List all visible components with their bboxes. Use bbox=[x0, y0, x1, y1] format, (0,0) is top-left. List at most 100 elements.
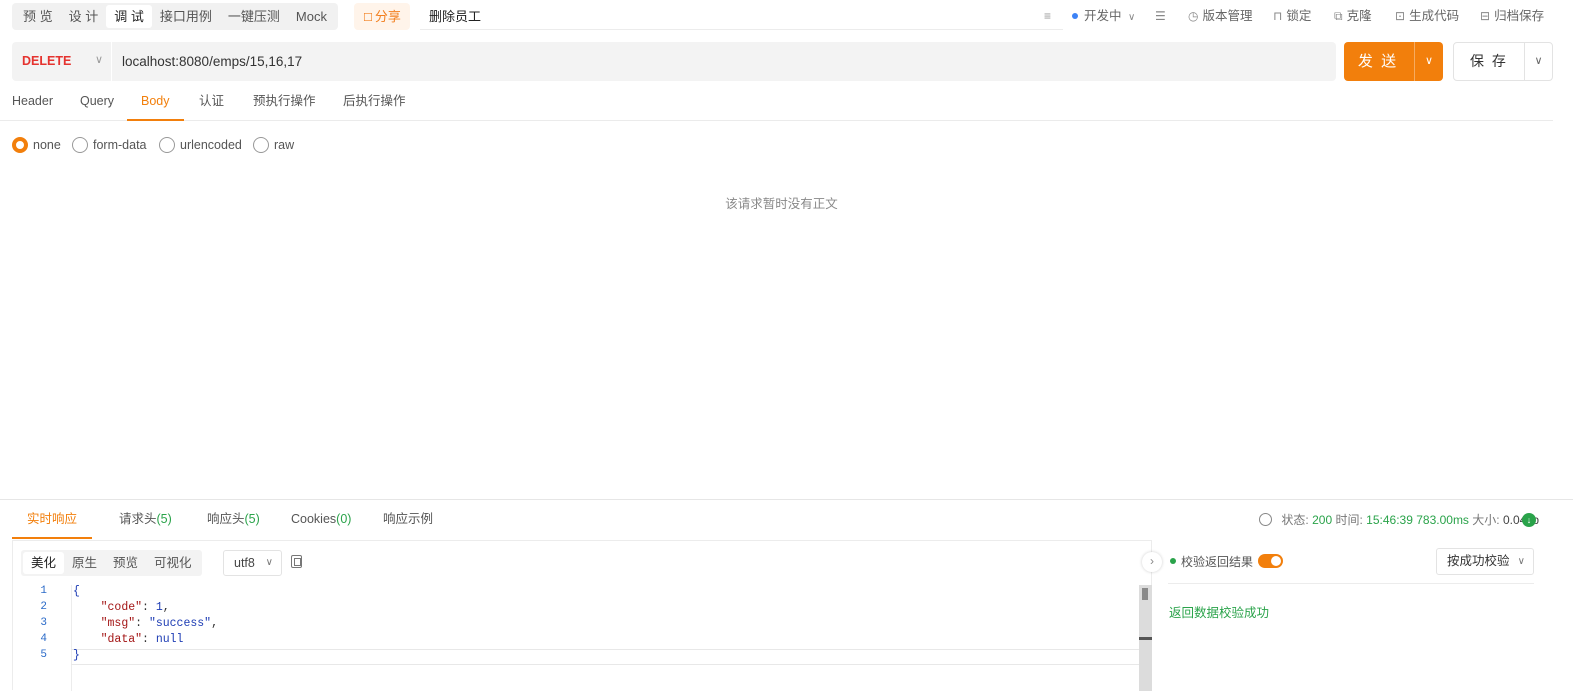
tab-auth[interactable]: 认证 bbox=[199, 88, 224, 121]
charset-select[interactable]: utf8 ∨ bbox=[223, 550, 282, 576]
version-label: 版本管理 bbox=[1202, 9, 1253, 23]
tab-test-cases[interactable]: 接口用例 bbox=[152, 5, 220, 28]
tab-preview[interactable]: 预 览 bbox=[15, 5, 61, 28]
tab-raw[interactable]: 原生 bbox=[64, 552, 105, 574]
validation-label-text: 校验返回结果 bbox=[1181, 555, 1254, 569]
scroll-thumb[interactable] bbox=[1142, 588, 1148, 600]
json-value: 1 bbox=[155, 601, 163, 614]
tab-label: 请求头 bbox=[119, 512, 157, 526]
lock-icon: ⊓ bbox=[1273, 9, 1283, 23]
top-bar: 预 览 设 计 调 试 接口用例 一键压测 Mock ☐ 分享 删除员工 ≡ 开发… bbox=[0, 0, 1573, 34]
lock-button[interactable]: ⊓ 锁定 bbox=[1273, 3, 1311, 30]
tab-debug[interactable]: 调 试 bbox=[106, 5, 152, 28]
tab-post-request[interactable]: 后执行操作 bbox=[343, 88, 406, 121]
format-tabs: 美化 原生 预览 可视化 bbox=[21, 550, 202, 576]
brace: } bbox=[73, 649, 80, 662]
method-value: DELETE bbox=[22, 54, 72, 68]
tab-count: (0) bbox=[336, 512, 352, 526]
tab-label: 响应头 bbox=[207, 512, 245, 526]
code-line: "data": null bbox=[100, 633, 184, 646]
tab-query[interactable]: Query bbox=[80, 88, 114, 121]
tab-body[interactable]: Body bbox=[127, 88, 184, 121]
line-number: 5 bbox=[40, 649, 47, 661]
tab-realtime-response[interactable]: 实时响应 bbox=[12, 503, 93, 539]
validation-panel: 校验返回结果 按成功校验 ∨ 返回数据校验成功 bbox=[1161, 540, 1553, 690]
share-icon: ☐ bbox=[363, 12, 373, 24]
validation-mode-select[interactable]: 按成功校验 ∨ bbox=[1436, 548, 1534, 575]
json-value: null bbox=[155, 633, 184, 646]
save-label: 保 存 bbox=[1470, 53, 1508, 69]
archive-button[interactable]: ⊟ 归档保存 bbox=[1480, 3, 1544, 30]
save-button[interactable]: 保 存 ∨ bbox=[1453, 42, 1553, 81]
status-code: 200 bbox=[1312, 513, 1333, 527]
code-line: "code": 1, bbox=[100, 601, 170, 614]
chevron-right-icon[interactable]: › bbox=[1142, 552, 1162, 572]
url-bar: DELETE ∨ bbox=[12, 42, 1336, 81]
charset-value: utf8 bbox=[234, 556, 255, 570]
line-number: 1 bbox=[40, 585, 47, 597]
radio-circle-icon bbox=[159, 137, 175, 153]
toggle-knob bbox=[1271, 556, 1281, 566]
tab-cookies[interactable]: Cookies(0) bbox=[291, 503, 351, 539]
validation-toggle[interactable] bbox=[1258, 554, 1283, 568]
outline-icon[interactable]: ☰ bbox=[1155, 3, 1170, 30]
download-icon[interactable]: ↓ bbox=[1522, 513, 1536, 527]
size-label: 大小: bbox=[1472, 513, 1500, 527]
tab-visualize[interactable]: 可视化 bbox=[146, 552, 200, 574]
url-input[interactable] bbox=[122, 42, 1322, 81]
radio-label: raw bbox=[274, 138, 295, 152]
radio-circle-icon bbox=[12, 137, 28, 153]
json-key: "code" bbox=[100, 601, 143, 614]
clone-button[interactable]: ⧉ 克隆 bbox=[1334, 3, 1372, 30]
tab-count: (5) bbox=[156, 512, 172, 526]
tab-header[interactable]: Header bbox=[12, 88, 53, 121]
response-time: 15:46:39 bbox=[1366, 513, 1413, 527]
status-dot-icon bbox=[1170, 558, 1176, 564]
response-body-panel: 美化 原生 预览 可视化 utf8 ∨ 1 2 3 4 5 { "code": … bbox=[12, 540, 1152, 691]
tab-count: (5) bbox=[244, 512, 260, 526]
tab-response-example[interactable]: 响应示例 bbox=[383, 503, 433, 539]
radio-circle-icon bbox=[253, 137, 269, 153]
json-key: "data" bbox=[100, 633, 143, 646]
tab-preview[interactable]: 预览 bbox=[105, 552, 146, 574]
copy-icon[interactable] bbox=[291, 555, 302, 568]
lock-label: 锁定 bbox=[1286, 9, 1312, 23]
chevron-down-icon: ∨ bbox=[265, 557, 273, 568]
gutter-divider bbox=[71, 585, 72, 691]
env-selector[interactable]: 开发中 ∨ bbox=[1072, 3, 1135, 30]
response-meta: 状态: 200 时间: 15:46:39 783.00ms 大小: 0.04kb bbox=[1259, 511, 1539, 529]
save-options-chevron-icon[interactable]: ∨ bbox=[1524, 43, 1552, 80]
api-name-field[interactable]: 删除员工 ≡ bbox=[420, 3, 1063, 30]
tab-response-headers[interactable]: 响应头(5) bbox=[207, 503, 260, 539]
globe-icon bbox=[1259, 513, 1273, 526]
status-dot-icon bbox=[1072, 13, 1078, 19]
format-icon[interactable]: ≡ bbox=[1044, 3, 1051, 30]
current-line-highlight bbox=[71, 649, 1139, 665]
response-divider[interactable] bbox=[0, 499, 1573, 500]
tab-label: Cookies bbox=[291, 512, 337, 526]
method-select[interactable]: DELETE ∨ bbox=[12, 42, 112, 81]
code-line: } bbox=[73, 649, 80, 662]
scroll-marker bbox=[1139, 637, 1152, 640]
generate-code-button[interactable]: ⊡ 生成代码 bbox=[1395, 3, 1459, 30]
tab-request-headers[interactable]: 请求头(5) bbox=[119, 503, 172, 539]
vertical-scrollbar[interactable] bbox=[1139, 585, 1152, 691]
tab-pre-request[interactable]: 预执行操作 bbox=[253, 88, 316, 121]
validation-result: 返回数据校验成功 bbox=[1169, 606, 1270, 620]
send-button[interactable]: 发 送 ∨ bbox=[1344, 42, 1443, 81]
version-button[interactable]: ◷ 版本管理 bbox=[1188, 3, 1253, 30]
code-editor[interactable]: 1 2 3 4 5 { "code": 1, "msg": "success",… bbox=[13, 585, 1139, 691]
status-label: 状态: bbox=[1281, 513, 1309, 527]
line-number: 4 bbox=[40, 633, 47, 645]
share-button[interactable]: ☐ 分享 bbox=[354, 3, 410, 30]
clone-label: 克隆 bbox=[1346, 9, 1372, 23]
request-tabs: Header Query Body 认证 预执行操作 后执行操作 bbox=[0, 88, 1553, 121]
tab-pretty[interactable]: 美化 bbox=[23, 552, 65, 574]
mode-tabs: 预 览 设 计 调 试 接口用例 一键压测 Mock bbox=[12, 3, 338, 30]
response-duration: 783.00ms bbox=[1416, 513, 1469, 527]
tab-mock[interactable]: Mock bbox=[288, 5, 335, 28]
tab-design[interactable]: 设 计 bbox=[61, 5, 107, 28]
line-number: 3 bbox=[40, 617, 47, 629]
tab-stress-test[interactable]: 一键压测 bbox=[220, 5, 288, 28]
send-options-chevron-icon[interactable]: ∨ bbox=[1414, 42, 1443, 81]
